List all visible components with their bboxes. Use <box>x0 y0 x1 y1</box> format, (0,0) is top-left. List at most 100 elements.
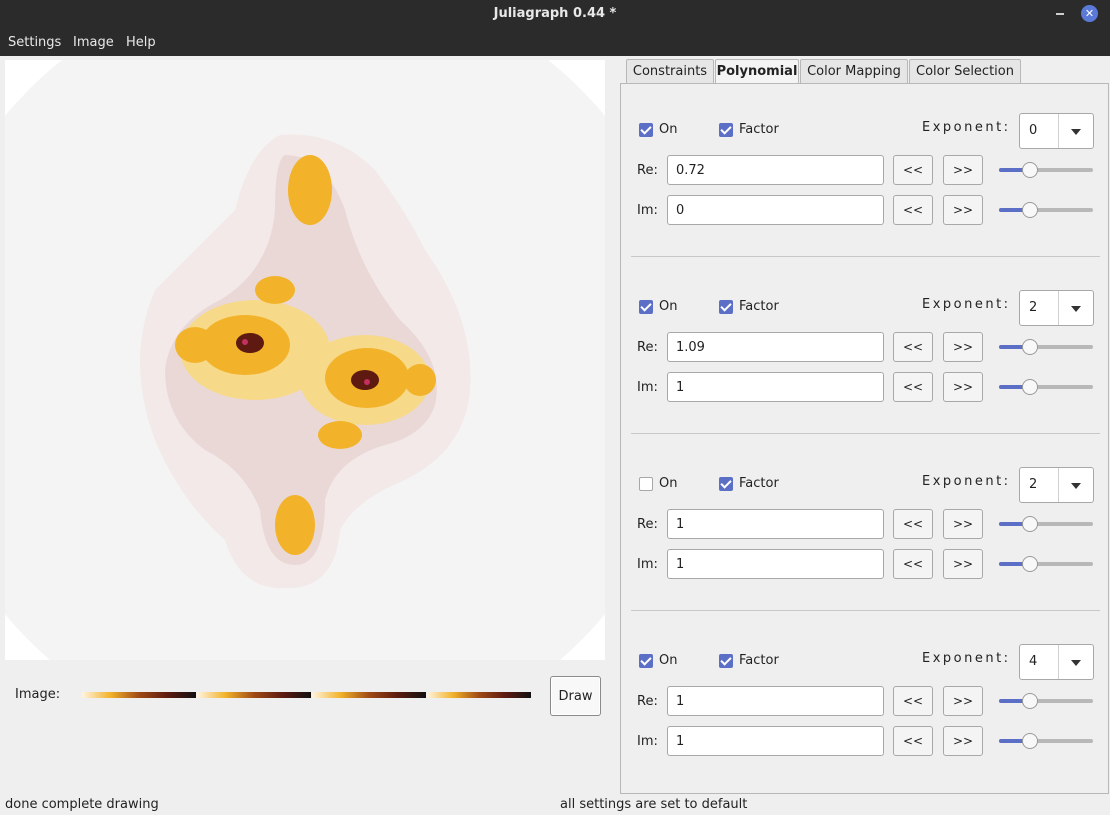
slider-handle[interactable] <box>1022 379 1039 395</box>
re-label: Re: <box>637 694 658 709</box>
factor-checkbox[interactable] <box>719 300 733 314</box>
factor-checkbox[interactable] <box>719 654 733 668</box>
fractal-image <box>5 60 605 660</box>
close-icon[interactable]: ✕ <box>1081 5 1098 22</box>
fractal-canvas[interactable] <box>5 60 605 660</box>
menu-help[interactable]: Help <box>126 35 156 50</box>
slider-handle[interactable] <box>1022 339 1039 355</box>
exponent-value: 0 <box>1029 123 1038 138</box>
fractal-cluster-bottom <box>275 495 315 555</box>
exponent-select[interactable]: 2 <box>1019 290 1094 326</box>
tab-color-mapping[interactable]: Color Mapping <box>800 59 908 83</box>
factor-checkbox[interactable] <box>719 477 733 491</box>
im-increase-button[interactable]: >> <box>943 726 983 756</box>
on-checkbox[interactable] <box>639 477 653 491</box>
exponent-divider <box>1058 291 1059 325</box>
color-gradient-3 <box>312 692 426 698</box>
re-slider[interactable] <box>999 693 1093 709</box>
im-slider[interactable] <box>999 379 1093 395</box>
im-input[interactable]: 1 <box>667 726 884 756</box>
image-label: Image: <box>15 687 61 702</box>
re-decrease-button[interactable]: << <box>893 686 933 716</box>
factor-checkbox[interactable] <box>719 123 733 137</box>
tab-color-selection[interactable]: Color Selection <box>909 59 1021 83</box>
on-checkbox[interactable] <box>639 300 653 314</box>
re-decrease-button[interactable]: << <box>893 332 933 362</box>
fractal-dark-left <box>236 333 264 353</box>
slider-handle[interactable] <box>1022 693 1039 709</box>
tab-polynomial[interactable]: Polynomial <box>715 59 799 84</box>
polynomial-term-1: On Factor Exponent: 0 Re: 0.72 << >> Im:… <box>631 91 1100 251</box>
polynomial-panel: On Factor Exponent: 0 Re: 0.72 << >> Im:… <box>620 83 1109 794</box>
group-divider <box>631 256 1100 257</box>
im-increase-button[interactable]: >> <box>943 195 983 225</box>
im-slider[interactable] <box>999 556 1093 572</box>
re-slider[interactable] <box>999 516 1093 532</box>
exponent-divider <box>1058 468 1059 502</box>
im-decrease-button[interactable]: << <box>893 372 933 402</box>
im-slider[interactable] <box>999 202 1093 218</box>
fractal-cluster-top <box>288 155 332 225</box>
re-slider[interactable] <box>999 162 1093 178</box>
slider-handle[interactable] <box>1022 162 1039 178</box>
re-label: Re: <box>637 340 658 355</box>
re-label: Re: <box>637 163 658 178</box>
menu-settings[interactable]: Settings <box>8 35 61 50</box>
fractal-cluster-lower <box>318 421 362 449</box>
re-input[interactable]: 1.09 <box>667 332 884 362</box>
on-checkbox[interactable] <box>639 654 653 668</box>
slider-handle[interactable] <box>1022 516 1039 532</box>
im-label: Im: <box>637 380 658 395</box>
re-slider[interactable] <box>999 339 1093 355</box>
re-input[interactable]: 1 <box>667 509 884 539</box>
exponent-label: Exponent: <box>922 120 1011 135</box>
exponent-select[interactable]: 2 <box>1019 467 1094 503</box>
im-increase-button[interactable]: >> <box>943 372 983 402</box>
re-increase-button[interactable]: >> <box>943 332 983 362</box>
slider-handle[interactable] <box>1022 733 1039 749</box>
im-input[interactable]: 1 <box>667 372 884 402</box>
polynomial-term-4: On Factor Exponent: 4 Re: 1 << >> Im: 1 … <box>631 622 1100 782</box>
im-slider[interactable] <box>999 733 1093 749</box>
menu-image[interactable]: Image <box>73 35 114 50</box>
fractal-cluster-far-right <box>404 364 436 396</box>
im-increase-button[interactable]: >> <box>943 549 983 579</box>
chevron-down-icon <box>1071 660 1081 666</box>
menu-bar: Settings Image Help <box>0 28 1110 56</box>
on-label: On <box>659 653 678 668</box>
im-input[interactable]: 0 <box>667 195 884 225</box>
re-input[interactable]: 0.72 <box>667 155 884 185</box>
window-title: Juliagraph 0.44 * <box>493 6 617 21</box>
polynomial-term-3: On Factor Exponent: 2 Re: 1 << >> Im: 1 … <box>631 445 1100 605</box>
draw-button[interactable]: Draw <box>550 676 601 716</box>
factor-label: Factor <box>739 653 779 668</box>
title-bar: Juliagraph 0.44 * ✕ <box>0 0 1110 28</box>
exponent-select[interactable]: 0 <box>1019 113 1094 149</box>
polynomial-term-2: On Factor Exponent: 2 Re: 1.09 << >> Im:… <box>631 268 1100 428</box>
on-checkbox[interactable] <box>639 123 653 137</box>
re-increase-button[interactable]: >> <box>943 155 983 185</box>
minimize-icon[interactable] <box>1054 6 1068 20</box>
re-input[interactable]: 1 <box>667 686 884 716</box>
exponent-select[interactable]: 4 <box>1019 644 1094 680</box>
tab-constraints[interactable]: Constraints <box>626 59 714 83</box>
im-label: Im: <box>637 557 658 572</box>
fractal-cluster-upper <box>255 276 295 304</box>
im-decrease-button[interactable]: << <box>893 726 933 756</box>
im-label: Im: <box>637 203 658 218</box>
re-decrease-button[interactable]: << <box>893 509 933 539</box>
im-input[interactable]: 1 <box>667 549 884 579</box>
im-decrease-button[interactable]: << <box>893 195 933 225</box>
exponent-value: 4 <box>1029 654 1038 669</box>
color-gradient-4 <box>427 692 531 698</box>
slider-handle[interactable] <box>1022 556 1039 572</box>
exponent-value: 2 <box>1029 300 1038 315</box>
re-decrease-button[interactable]: << <box>893 155 933 185</box>
status-right: all settings are set to default <box>560 797 748 812</box>
im-decrease-button[interactable]: << <box>893 549 933 579</box>
re-increase-button[interactable]: >> <box>943 686 983 716</box>
on-label: On <box>659 299 678 314</box>
slider-handle[interactable] <box>1022 202 1039 218</box>
re-increase-button[interactable]: >> <box>943 509 983 539</box>
factor-label: Factor <box>739 122 779 137</box>
